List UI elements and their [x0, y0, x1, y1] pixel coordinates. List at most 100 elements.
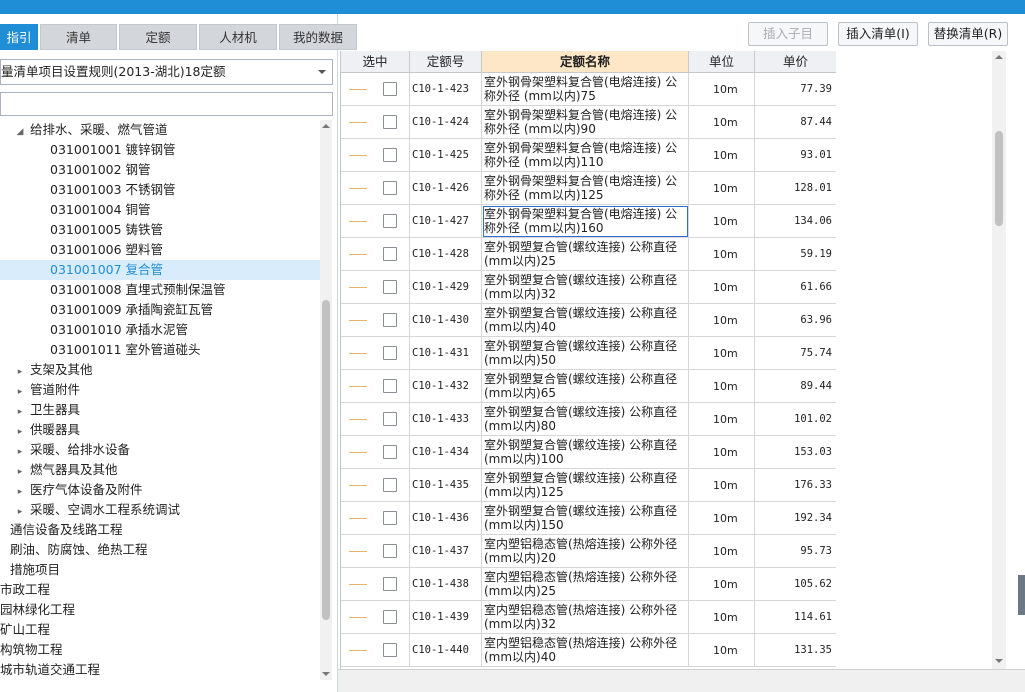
- cell-price[interactable]: 87.44: [755, 106, 836, 139]
- expand-icon[interactable]: ▸: [14, 502, 26, 522]
- cell-price[interactable]: 59.19: [755, 238, 836, 271]
- row-checkbox[interactable]: [383, 610, 397, 624]
- cell-price[interactable]: 93.01: [755, 139, 836, 172]
- tab-quota[interactable]: 定额: [119, 24, 197, 50]
- cell-unit[interactable]: 10m: [689, 238, 755, 271]
- cell-unit[interactable]: 10m: [689, 73, 755, 106]
- tree-node[interactable]: ▸ 采暖、给排水设备: [0, 440, 320, 460]
- column-header-code[interactable]: 定额号: [410, 51, 482, 73]
- cell-code[interactable]: C10-1-437: [410, 535, 482, 568]
- cell-price[interactable]: 89.44: [755, 370, 836, 403]
- table-row[interactable]: C10-1-439 室内塑铝稳态管(热熔连接) 公称外径 (mm以内)32 10m 1…: [341, 601, 836, 634]
- tree-node[interactable]: 措施项目: [0, 560, 320, 580]
- cell-code[interactable]: C10-1-440: [410, 634, 482, 667]
- cell-price[interactable]: 105.62: [755, 568, 836, 601]
- cell-name[interactable]: 室外钢骨架塑料复合管(电熔连接) 公称外径 (mm以内)90: [482, 106, 689, 139]
- row-checkbox[interactable]: [383, 412, 397, 426]
- table-row[interactable]: C10-1-430 室外钢塑复合管(螺纹连接) 公称直径 (mm以内)40 10m 6…: [341, 304, 836, 337]
- row-checkbox[interactable]: [383, 82, 397, 96]
- tree-node[interactable]: ▸ 采暖、空调水工程系统调试: [0, 500, 320, 520]
- expand-icon[interactable]: ▸: [14, 362, 26, 382]
- tree-node[interactable]: 031001009 承插陶瓷缸瓦管: [0, 300, 320, 320]
- tab-guide[interactable]: 指引: [0, 24, 38, 50]
- cell-unit[interactable]: 10m: [689, 139, 755, 172]
- cell-unit[interactable]: 10m: [689, 172, 755, 205]
- tree-node[interactable]: ◢ 给排水、采暖、燃气管道: [0, 120, 320, 140]
- cell-name[interactable]: 室内塑铝稳态管(热熔连接) 公称外径 (mm以内)40: [482, 634, 689, 667]
- tree-node[interactable]: 构筑物工程: [0, 640, 320, 660]
- cell-name[interactable]: 室内塑铝稳态管(热熔连接) 公称外径 (mm以内)20: [482, 535, 689, 568]
- table-row[interactable]: C10-1-424 室外钢骨架塑料复合管(电熔连接) 公称外径 (mm以内)90 1…: [341, 106, 836, 139]
- tab-list[interactable]: 清单: [40, 24, 117, 50]
- cell-unit[interactable]: 10m: [689, 403, 755, 436]
- table-row[interactable]: C10-1-436 室外钢塑复合管(螺纹连接) 公称直径 (mm以内)150 10m…: [341, 502, 836, 535]
- tree-node[interactable]: 031001006 塑料管: [0, 240, 320, 260]
- row-checkbox[interactable]: [383, 346, 397, 360]
- cell-price[interactable]: 75.74: [755, 337, 836, 370]
- tree-node[interactable]: ▸ 供暖器具: [0, 420, 320, 440]
- cell-code[interactable]: C10-1-438: [410, 568, 482, 601]
- tab-labor-material-machine[interactable]: 人材机: [199, 24, 277, 50]
- cell-price[interactable]: 192.34: [755, 502, 836, 535]
- column-header-name[interactable]: 定额名称: [482, 51, 689, 73]
- cell-code[interactable]: C10-1-430: [410, 304, 482, 337]
- row-checkbox[interactable]: [383, 643, 397, 657]
- side-dock-handle[interactable]: [1018, 575, 1025, 615]
- search-input[interactable]: [0, 92, 333, 116]
- replace-list-button[interactable]: 替换清单(R): [928, 22, 1008, 46]
- cell-code[interactable]: C10-1-439: [410, 601, 482, 634]
- tree-node[interactable]: 矿山工程: [0, 620, 320, 640]
- cell-price[interactable]: 128.01: [755, 172, 836, 205]
- scroll-up-icon[interactable]: [322, 124, 330, 128]
- tree-node[interactable]: 031001002 钢管: [0, 160, 320, 180]
- table-row[interactable]: C10-1-440 室内塑铝稳态管(热熔连接) 公称外径 (mm以内)40 10m 1…: [341, 634, 836, 667]
- tree-node[interactable]: 031001007 复合管: [0, 260, 320, 280]
- cell-unit[interactable]: 10m: [689, 436, 755, 469]
- scroll-up-icon[interactable]: [995, 55, 1003, 59]
- cell-code[interactable]: C10-1-431: [410, 337, 482, 370]
- table-row[interactable]: C10-1-432 室外钢塑复合管(螺纹连接) 公称直径 (mm以内)65 10m 8…: [341, 370, 836, 403]
- expand-icon[interactable]: ▸: [14, 402, 26, 422]
- row-checkbox[interactable]: [383, 478, 397, 492]
- table-row[interactable]: C10-1-438 室内塑铝稳态管(热熔连接) 公称外径 (mm以内)25 10m 1…: [341, 568, 836, 601]
- collapse-icon[interactable]: ◢: [14, 122, 26, 142]
- row-checkbox[interactable]: [383, 511, 397, 525]
- scroll-down-icon[interactable]: [995, 659, 1003, 663]
- table-scrollbar[interactable]: [992, 51, 1006, 669]
- tree-node[interactable]: 031001001 镀锌钢管: [0, 140, 320, 160]
- cell-unit[interactable]: 10m: [689, 469, 755, 502]
- table-row[interactable]: C10-1-426 室外钢骨架塑料复合管(电熔连接) 公称外径 (mm以内)125…: [341, 172, 836, 205]
- insert-list-button[interactable]: 插入清单(I): [838, 22, 918, 46]
- column-header-price[interactable]: 单价: [755, 51, 836, 73]
- expand-icon[interactable]: ▸: [14, 382, 26, 402]
- cell-unit[interactable]: 10m: [689, 304, 755, 337]
- cell-unit[interactable]: 10m: [689, 205, 755, 238]
- row-checkbox[interactable]: [383, 544, 397, 558]
- tree-node[interactable]: 031001004 铜管: [0, 200, 320, 220]
- cell-name[interactable]: 室外钢塑复合管(螺纹连接) 公称直径 (mm以内)50: [482, 337, 689, 370]
- cell-unit[interactable]: 10m: [689, 634, 755, 667]
- cell-price[interactable]: 61.66: [755, 271, 836, 304]
- cell-price[interactable]: 134.06: [755, 205, 836, 238]
- cell-name[interactable]: 室内塑铝稳态管(热熔连接) 公称外径 (mm以内)25: [482, 568, 689, 601]
- cell-name[interactable]: 室外钢骨架塑料复合管(电熔连接) 公称外径 (mm以内)75: [482, 73, 689, 106]
- cell-unit[interactable]: 10m: [689, 502, 755, 535]
- tree-node[interactable]: 031001008 直埋式预制保温管: [0, 280, 320, 300]
- row-checkbox[interactable]: [383, 577, 397, 591]
- cell-price[interactable]: 114.61: [755, 601, 836, 634]
- table-row[interactable]: C10-1-423 室外钢骨架塑料复合管(电熔连接) 公称外径 (mm以内)75 1…: [341, 73, 836, 106]
- tree-node[interactable]: 城市轨道交通工程: [0, 660, 320, 680]
- row-checkbox[interactable]: [383, 280, 397, 294]
- table-row[interactable]: C10-1-427 室外钢骨架塑料复合管(电熔连接) 公称外径 (mm以内)160…: [341, 205, 836, 238]
- cell-name[interactable]: 室外钢骨架塑料复合管(电熔连接) 公称外径 (mm以内)110: [482, 139, 689, 172]
- column-header-unit[interactable]: 单位: [689, 51, 755, 73]
- table-row[interactable]: C10-1-429 室外钢塑复合管(螺纹连接) 公称直径 (mm以内)32 10m 6…: [341, 271, 836, 304]
- cell-name[interactable]: 室外钢塑复合管(螺纹连接) 公称直径 (mm以内)100: [482, 436, 689, 469]
- table-scrollbar-thumb[interactable]: [995, 131, 1003, 226]
- table-row[interactable]: C10-1-434 室外钢塑复合管(螺纹连接) 公称直径 (mm以内)100 10m…: [341, 436, 836, 469]
- cell-name[interactable]: 室外钢骨架塑料复合管(电熔连接) 公称外径 (mm以内)125: [482, 172, 689, 205]
- row-checkbox[interactable]: [383, 148, 397, 162]
- cell-code[interactable]: C10-1-435: [410, 469, 482, 502]
- tree-node[interactable]: ▸ 管道附件: [0, 380, 320, 400]
- row-checkbox[interactable]: [383, 115, 397, 129]
